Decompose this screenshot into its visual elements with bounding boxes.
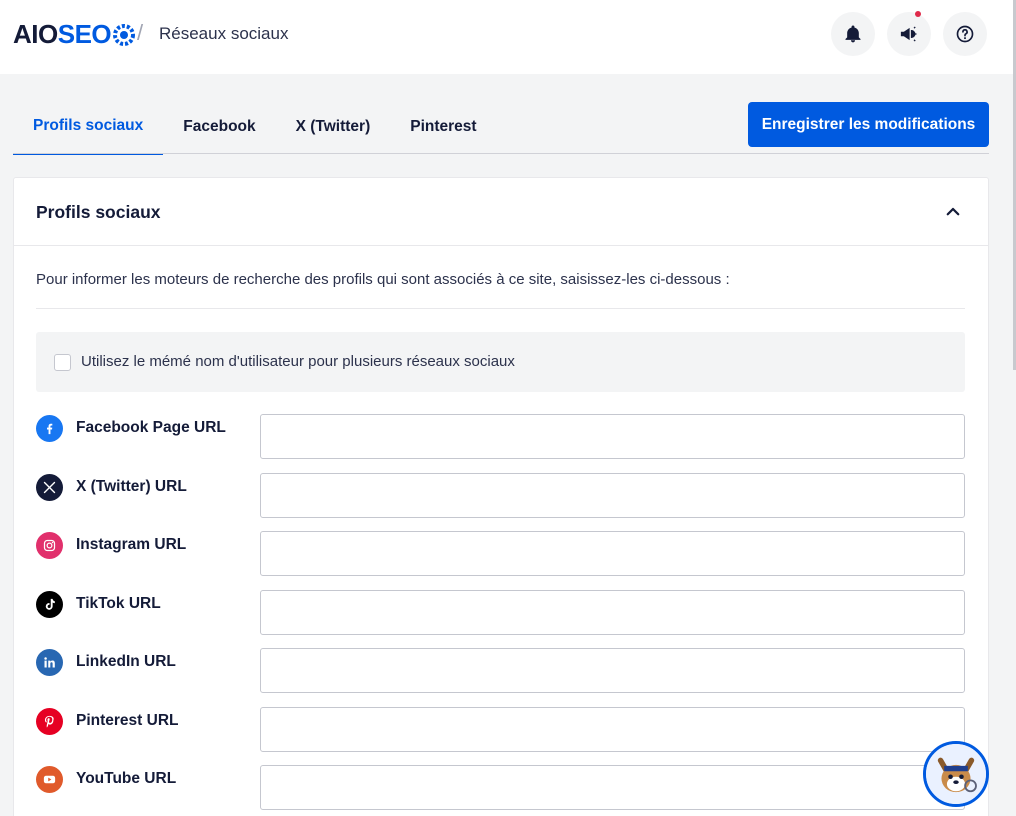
tabs-divider <box>13 153 989 154</box>
tiktok-url-input[interactable] <box>260 590 965 635</box>
help-icon <box>956 25 974 43</box>
chevron-up-icon[interactable] <box>944 203 962 221</box>
tab-x-twitter[interactable]: X (Twitter) <box>276 98 391 155</box>
unread-dot <box>915 11 921 17</box>
x-twitter-icon <box>36 474 63 501</box>
divider <box>36 308 965 309</box>
tab-pinterest[interactable]: Pinterest <box>390 98 496 155</box>
instagram-url-label: Instagram URL <box>76 536 187 553</box>
facebook-url-input[interactable] <box>260 414 965 459</box>
tab-facebook[interactable]: Facebook <box>163 98 275 155</box>
facebook-url-label: Facebook Page URL <box>76 419 226 436</box>
pinterest-url-label: Pinterest URL <box>76 712 179 729</box>
profile-row-pinterest: Pinterest URL <box>36 707 965 753</box>
logo-gear-icon <box>112 23 136 47</box>
tab-profils-sociaux[interactable]: Profils sociaux <box>13 98 164 155</box>
top-bar: AIO SEO / Réseaux sociaux <box>0 0 1016 74</box>
x-twitter-url-label: X (Twitter) URL <box>76 478 187 495</box>
aioseo-logo[interactable]: AIO SEO <box>13 19 137 50</box>
megaphone-icon <box>900 26 917 42</box>
profile-row-tiktok: TikTok URL <box>36 590 965 636</box>
profile-row-x-twitter: X (Twitter) URL <box>36 473 965 519</box>
help-button[interactable] <box>943 12 987 56</box>
instagram-icon <box>36 532 63 559</box>
facebook-icon <box>36 415 63 442</box>
save-changes-button[interactable]: Enregistrer les modifications <box>748 102 989 147</box>
pinterest-url-input[interactable] <box>260 707 965 752</box>
card-title: Profils sociaux <box>36 202 161 222</box>
tiktok-url-label: TikTok URL <box>76 595 161 612</box>
x-twitter-url-input[interactable] <box>260 473 965 518</box>
tiktok-icon <box>36 591 63 618</box>
youtube-url-input[interactable] <box>260 765 965 810</box>
linkedin-url-input[interactable] <box>260 648 965 693</box>
social-profiles-card: Profils sociaux Pour informer les moteur… <box>13 177 989 816</box>
youtube-icon <box>36 766 63 793</box>
breadcrumb-separator: / <box>137 20 144 45</box>
same-username-box: Utilisez le mémé nom d'utilisateur pour … <box>36 332 965 392</box>
profile-row-linkedin: LinkedIn URL <box>36 648 965 694</box>
profile-row-youtube: YouTube URL <box>36 765 965 811</box>
logo-text-seo: SEO <box>57 19 112 49</box>
profile-row-instagram: Instagram URL <box>36 531 965 577</box>
youtube-url-label: YouTube URL <box>76 770 177 787</box>
profile-row-facebook: Facebook Page URL <box>36 414 965 460</box>
notifications-button[interactable] <box>831 12 875 56</box>
settings-tabs: Profils sociaux Facebook X (Twitter) Pin… <box>13 98 497 155</box>
pinterest-icon <box>36 708 63 735</box>
instagram-url-input[interactable] <box>260 531 965 576</box>
announcements-button[interactable] <box>887 11 931 56</box>
same-username-checkbox[interactable] <box>54 354 71 371</box>
card-description: Pour informer les moteurs de recherche d… <box>36 271 730 288</box>
page-title: Réseaux sociaux <box>159 24 289 43</box>
same-username-label[interactable]: Utilisez le mémé nom d'utilisateur pour … <box>81 353 515 370</box>
linkedin-url-label: LinkedIn URL <box>76 653 176 670</box>
bell-icon <box>845 25 861 43</box>
mascot-help-button[interactable] <box>923 741 989 807</box>
linkedin-icon <box>36 649 63 676</box>
dog-mascot-icon <box>926 744 986 804</box>
card-header[interactable]: Profils sociaux <box>14 178 988 246</box>
logo-text-aio: AIO <box>13 19 58 49</box>
